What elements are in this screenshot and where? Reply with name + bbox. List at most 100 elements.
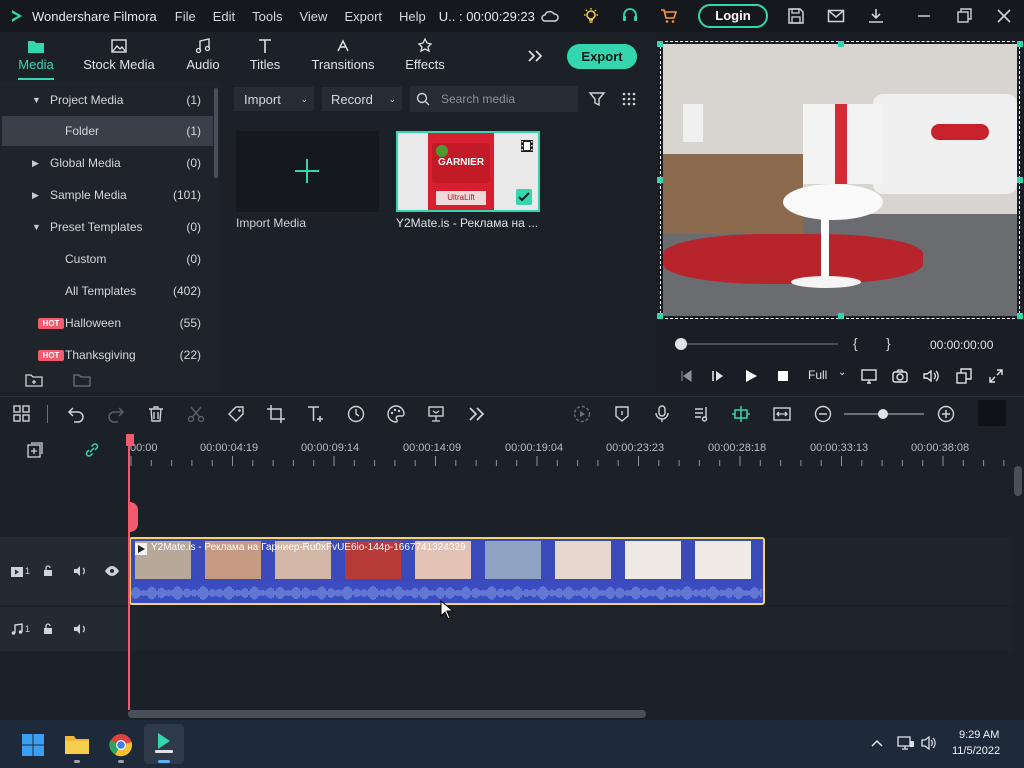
resize-handle[interactable] — [1017, 313, 1023, 319]
file-explorer-icon[interactable] — [64, 733, 90, 755]
snap-magnet-icon[interactable] — [731, 404, 751, 424]
tag-icon[interactable] — [226, 404, 246, 424]
import-dropdown[interactable]: Import ⌄ — [234, 87, 314, 111]
sidebar-item-sample-media[interactable]: ▶ Sample Media (101) — [2, 180, 213, 210]
crop-icon[interactable] — [266, 404, 286, 424]
resize-handle[interactable] — [838, 313, 844, 319]
chrome-icon[interactable] — [109, 733, 133, 757]
playhead-handle[interactable] — [126, 434, 134, 446]
playhead[interactable] — [128, 434, 130, 710]
color-palette-icon[interactable] — [386, 404, 406, 424]
timeline-ruler[interactable]: 00:00 00:00:04:19 00:00:09:14 00:00:14:0… — [128, 434, 1024, 468]
taskbar-date[interactable]: 11/5/2022 — [952, 745, 1000, 757]
menu-tools[interactable]: Tools — [252, 9, 282, 24]
speed-clock-icon[interactable] — [346, 404, 366, 424]
auto-reframe-icon[interactable] — [426, 404, 446, 424]
sidebar-item-folder[interactable]: Folder (1) — [2, 116, 213, 146]
add-track-icon[interactable] — [26, 441, 44, 459]
selected-checkbox[interactable] — [516, 189, 532, 205]
menu-export[interactable]: Export — [344, 9, 382, 24]
timeline-video-clip[interactable]: Y2Mate.is - Реклама на Гарниер-Ru0xFvUE6… — [129, 537, 765, 605]
microphone-icon[interactable] — [652, 404, 672, 424]
media-clip-thumbnail[interactable]: GARNIER UltraLift — [396, 131, 540, 212]
playhead-split-marker[interactable] — [128, 502, 138, 532]
resize-handle[interactable] — [1017, 177, 1023, 183]
next-frame-icon[interactable] — [710, 368, 726, 384]
new-folder-icon[interactable] — [25, 372, 43, 388]
volume-icon[interactable] — [922, 367, 940, 385]
lightbulb-icon[interactable] — [581, 6, 601, 26]
snapshot-camera-icon[interactable] — [891, 367, 909, 385]
tab-audio[interactable]: Audio — [176, 32, 230, 80]
zoom-in-icon[interactable] — [936, 404, 956, 424]
restore-icon[interactable] — [954, 6, 974, 26]
menu-view[interactable]: View — [299, 9, 327, 24]
sidebar-item-project-media[interactable]: ▼ Project Media (1) — [2, 85, 213, 115]
export-button[interactable]: Export — [567, 44, 637, 69]
lock-icon[interactable] — [41, 622, 55, 636]
sidebar-item-global-media[interactable]: ▶ Global Media (0) — [2, 148, 213, 178]
network-icon[interactable] — [897, 735, 915, 751]
zoom-out-icon[interactable] — [813, 404, 833, 424]
sidebar-item-all-templates[interactable]: All Templates (402) — [2, 276, 213, 306]
preview-progress-track[interactable] — [676, 343, 838, 345]
render-preview-icon[interactable] — [572, 404, 592, 424]
tab-transitions[interactable]: Transitions — [308, 32, 378, 80]
more-tabs-icon[interactable] — [526, 49, 544, 63]
system-volume-icon[interactable] — [920, 735, 938, 751]
menu-edit[interactable]: Edit — [213, 9, 235, 24]
cart-icon[interactable] — [659, 6, 679, 26]
play-icon[interactable] — [743, 368, 759, 384]
sidebar-scrollbar[interactable] — [214, 88, 218, 178]
panel-toggle[interactable] — [978, 400, 1006, 426]
resize-handle[interactable] — [1017, 41, 1023, 47]
zoom-slider-thumb[interactable] — [878, 409, 888, 419]
sidebar-item-thanksgiving[interactable]: HOT Thanksgiving (22) — [2, 340, 213, 370]
add-text-icon[interactable] — [306, 404, 326, 424]
speaker-icon[interactable] — [72, 622, 88, 636]
login-button[interactable]: Login — [698, 4, 768, 28]
tab-stock-media[interactable]: Stock Media — [80, 32, 158, 80]
chevron-up-icon[interactable] — [870, 737, 884, 749]
mail-icon[interactable] — [826, 6, 846, 26]
import-media-tile[interactable] — [236, 131, 379, 212]
delete-trash-icon[interactable] — [146, 404, 166, 424]
preview-video[interactable] — [663, 44, 1017, 316]
cloud-icon[interactable] — [540, 6, 560, 26]
cut-scissors-icon[interactable] — [186, 404, 206, 424]
more-tools-icon[interactable] — [466, 404, 486, 424]
mark-in-button[interactable]: { — [853, 335, 858, 351]
tab-media[interactable]: Media — [0, 32, 72, 80]
windows-start-icon[interactable] — [21, 733, 45, 757]
menu-help[interactable]: Help — [399, 9, 426, 24]
lock-icon[interactable] — [41, 564, 55, 578]
redo-icon[interactable] — [106, 404, 126, 424]
undo-icon[interactable] — [66, 404, 86, 424]
marker-shield-icon[interactable] — [612, 404, 632, 424]
grid-view-icon[interactable] — [620, 90, 638, 108]
resize-handle[interactable] — [657, 177, 663, 183]
folder-icon[interactable] — [73, 372, 91, 388]
headset-icon[interactable] — [620, 6, 640, 26]
display-settings-icon[interactable] — [860, 367, 878, 385]
stop-icon[interactable] — [775, 368, 791, 384]
search-input[interactable]: Search media — [410, 86, 578, 112]
resize-handle[interactable] — [657, 41, 663, 47]
quality-dropdown[interactable]: Full ⌄ — [808, 367, 848, 384]
eye-icon[interactable] — [104, 565, 120, 577]
menu-file[interactable]: File — [175, 9, 196, 24]
tab-titles[interactable]: Titles — [240, 32, 290, 80]
filmora-taskbar-button[interactable] — [144, 724, 184, 764]
sidebar-item-custom[interactable]: Custom (0) — [2, 244, 213, 274]
fit-timeline-icon[interactable] — [772, 404, 792, 424]
mark-out-button[interactable]: } — [886, 335, 891, 351]
close-icon[interactable] — [994, 6, 1014, 26]
layout-grid-icon[interactable] — [12, 404, 32, 424]
tab-effects[interactable]: Effects — [400, 32, 450, 80]
audio-mixer-icon[interactable] — [692, 404, 712, 424]
speaker-icon[interactable] — [72, 564, 88, 578]
save-icon[interactable] — [786, 6, 806, 26]
vertical-scrollbar-thumb[interactable] — [1014, 466, 1022, 496]
preview-scrubber[interactable] — [675, 338, 687, 350]
record-dropdown[interactable]: Record ⌄ — [322, 87, 402, 111]
